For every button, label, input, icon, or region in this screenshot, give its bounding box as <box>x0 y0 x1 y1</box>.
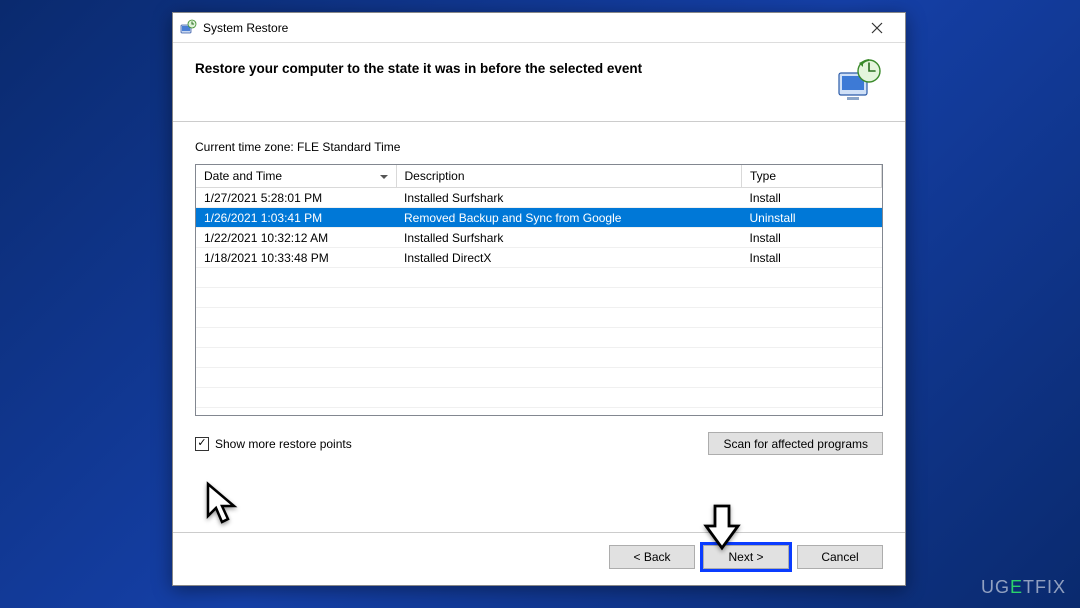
wizard-header: Restore your computer to the state it wa… <box>173 43 905 122</box>
wizard-heading: Restore your computer to the state it wa… <box>195 57 833 76</box>
table-cell: 1/22/2021 10:32:12 AM <box>196 228 396 248</box>
window-title: System Restore <box>203 21 855 35</box>
watermark: UGETFIX <box>981 577 1066 598</box>
wizard-body: Current time zone: FLE Standard Time Dat… <box>173 122 905 532</box>
restore-points-table[interactable]: Date and Time Description Type 1/27/2021… <box>195 164 883 416</box>
table-row-empty <box>196 308 882 328</box>
scan-affected-button[interactable]: Scan for affected programs <box>708 432 883 455</box>
timezone-label: Current time zone: FLE Standard Time <box>195 140 883 154</box>
wizard-footer: < Back Next > Cancel <box>173 532 905 585</box>
table-cell: Install <box>742 248 882 268</box>
restore-large-icon <box>833 57 883 107</box>
show-more-checkbox[interactable]: ✓ Show more restore points <box>195 437 352 451</box>
table-row-empty <box>196 268 882 288</box>
table-cell: Uninstall <box>742 208 882 228</box>
close-button[interactable] <box>855 14 899 42</box>
table-row-empty <box>196 288 882 308</box>
table-cell: Install <box>742 188 882 208</box>
table-row[interactable]: 1/18/2021 10:33:48 PMInstalled DirectXIn… <box>196 248 882 268</box>
table-header-row[interactable]: Date and Time Description Type <box>196 165 882 188</box>
table-row[interactable]: 1/22/2021 10:32:12 AMInstalled Surfshark… <box>196 228 882 248</box>
system-restore-window: System Restore Restore your computer to … <box>172 12 906 586</box>
back-button[interactable]: < Back <box>609 545 695 569</box>
table-cell: 1/18/2021 10:33:48 PM <box>196 248 396 268</box>
table-cell: 1/26/2021 1:03:41 PM <box>196 208 396 228</box>
titlebar: System Restore <box>173 13 905 43</box>
column-header-type[interactable]: Type <box>742 165 882 188</box>
close-icon <box>871 22 883 34</box>
below-table-row: ✓ Show more restore points Scan for affe… <box>195 432 883 455</box>
table-cell: Removed Backup and Sync from Google <box>396 208 742 228</box>
table-row-empty <box>196 328 882 348</box>
table-cell: Install <box>742 228 882 248</box>
next-button[interactable]: Next > <box>703 545 789 569</box>
table-cell: 1/27/2021 5:28:01 PM <box>196 188 396 208</box>
system-restore-icon <box>179 19 197 37</box>
checkbox-icon: ✓ <box>195 437 209 451</box>
table-row-empty <box>196 348 882 368</box>
table-row-empty <box>196 388 882 408</box>
column-header-date[interactable]: Date and Time <box>196 165 396 188</box>
table-row[interactable]: 1/27/2021 5:28:01 PMInstalled SurfsharkI… <box>196 188 882 208</box>
table-cell: Installed Surfshark <box>396 228 742 248</box>
column-header-description[interactable]: Description <box>396 165 742 188</box>
table-row-empty <box>196 368 882 388</box>
show-more-label: Show more restore points <box>215 437 352 451</box>
cancel-button[interactable]: Cancel <box>797 545 883 569</box>
table-cell: Installed Surfshark <box>396 188 742 208</box>
table-row[interactable]: 1/26/2021 1:03:41 PMRemoved Backup and S… <box>196 208 882 228</box>
table-cell: Installed DirectX <box>396 248 742 268</box>
